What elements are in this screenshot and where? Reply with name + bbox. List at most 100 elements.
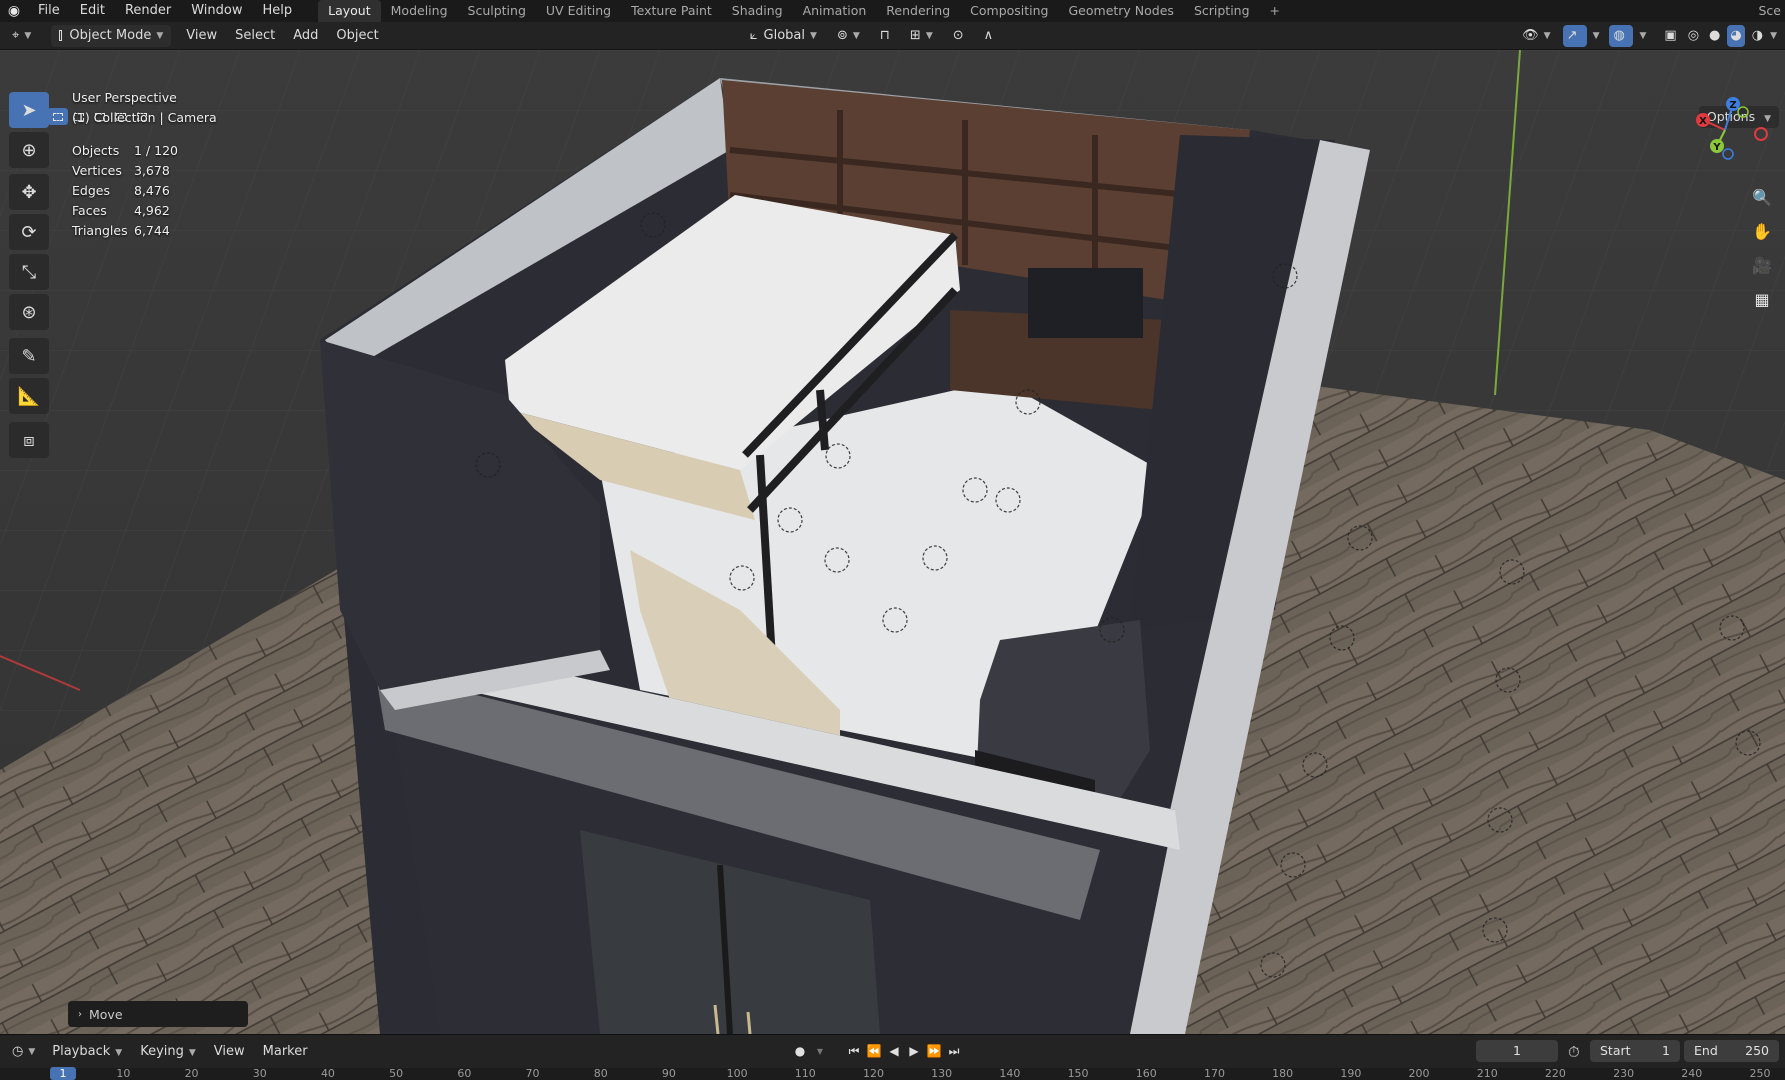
add-cube-tool[interactable]: ⧈ (9, 422, 49, 458)
shading-solid[interactable]: ● (1706, 25, 1723, 47)
rendered-sphere-icon: ◑ (1751, 28, 1764, 43)
3d-viewport[interactable]: User Perspective (1) Collection | Camera… (0, 50, 1785, 1034)
overlays-toggle[interactable]: ◍ (1609, 24, 1634, 47)
camera-view-icon[interactable]: 🎥 (1747, 250, 1777, 280)
stat-label: Triangles (72, 222, 128, 238)
menu-render[interactable]: Render (115, 0, 181, 22)
jump-end-icon[interactable]: ⏭ (944, 1041, 964, 1061)
ruler-tick: 150 (1067, 1067, 1089, 1080)
header-menu-object[interactable]: Object (327, 28, 387, 43)
stat-value: 4,962 (134, 202, 170, 218)
chevron-down-icon: ▼ (24, 30, 32, 41)
playhead-frame-indicator[interactable]: 1 (50, 1067, 76, 1080)
timeline-menu-playback[interactable]: Playback ▼ (43, 1044, 131, 1059)
header-menu-view[interactable]: View (177, 28, 226, 43)
add-workspace-button[interactable]: + (1260, 0, 1290, 22)
scene-render (0, 50, 1785, 1034)
menu-edit[interactable]: Edit (70, 0, 115, 22)
timeline-menu-marker[interactable]: Marker (254, 1044, 317, 1059)
stat-row: Triangles 6,744 (72, 220, 178, 240)
pivot-icon: ⊚ (836, 28, 848, 43)
record-icon[interactable]: ● (790, 1041, 810, 1061)
transform-orientation-selector[interactable]: ⟀ Global ▼ (742, 25, 825, 47)
prev-keyframe-icon[interactable]: ⏪ (864, 1041, 884, 1061)
snap-toggle[interactable]: ⊓ (872, 25, 898, 47)
snap-target-button[interactable]: ⊞ ▼ (902, 25, 941, 47)
tab-animation[interactable]: Animation (793, 0, 877, 22)
tab-layout[interactable]: Layout (318, 0, 381, 22)
editor-type-button[interactable]: ⌖ ▼ (4, 25, 39, 47)
active-collection-label: (1) Collection | Camera (72, 110, 217, 125)
measure-tool[interactable]: 📐 (9, 378, 49, 414)
transform-tool[interactable]: ⊛ (9, 294, 49, 330)
crosshair-icon: ⊕ (21, 139, 37, 161)
viewport-header: ⌖ ▼ Object Mode ▼ View Select Add Object ⟀ G… (0, 22, 1785, 50)
start-frame-field[interactable]: Start 1 (1590, 1040, 1680, 1062)
grid-view-icon[interactable]: ▦ (1747, 284, 1777, 314)
navigation-gizmo[interactable]: X Z Y (1683, 90, 1773, 170)
annotate-tool[interactable]: ✎ (9, 338, 49, 374)
overlays-icon: ◍ (1613, 28, 1625, 43)
tab-uv-editing[interactable]: UV Editing (536, 0, 621, 22)
select-box-tool[interactable]: ➤ (9, 92, 49, 128)
chevron-down-icon[interactable]: ▼ (1593, 31, 1600, 41)
end-label: End (1694, 1043, 1718, 1058)
chevron-down-icon[interactable]: ▼ (1770, 31, 1777, 41)
timeline-ruler[interactable]: 1102030405060708090100110120130140150160… (0, 1067, 1785, 1080)
stopwatch-icon[interactable]: ⏱ (1568, 1043, 1580, 1061)
play-reverse-icon[interactable]: ◀ (884, 1041, 904, 1061)
menu-file[interactable]: File (28, 0, 70, 22)
header-menu-select[interactable]: Select (226, 28, 284, 43)
next-keyframe-icon[interactable]: ⏩ (924, 1041, 944, 1061)
chevron-down-icon[interactable]: ▼ (810, 1041, 830, 1061)
cursor-tool[interactable]: ⊕ (9, 132, 49, 168)
tab-compositing[interactable]: Compositing (960, 0, 1058, 22)
timeline-menu-view[interactable]: View (205, 1044, 254, 1059)
proportional-falloff-button[interactable]: ∧ (976, 25, 1002, 47)
stat-row: Vertices 3,678 (72, 160, 178, 180)
playback-controls: ● ▼ ⏮ ⏪ ◀ ▶ ⏩ ⏭ (790, 1041, 964, 1061)
menu-window[interactable]: Window (181, 0, 252, 22)
header-menu-add[interactable]: Add (284, 28, 327, 43)
pivot-point-button[interactable]: ⊚ ▼ (829, 25, 868, 47)
zoom-icon[interactable]: 🔍 (1747, 182, 1777, 212)
gizmo-neg-z-icon (1722, 148, 1734, 160)
tab-shading[interactable]: Shading (722, 0, 793, 22)
visibility-button[interactable]: 👁 ▼ (1514, 25, 1558, 47)
timeline-menu-keying[interactable]: Keying ▼ (131, 1044, 205, 1059)
mode-selector[interactable]: Object Mode ▼ (51, 24, 172, 47)
gizmo-x-label: X (1699, 116, 1707, 127)
pan-hand-icon[interactable]: ✋ (1747, 216, 1777, 246)
tab-sculpting[interactable]: Sculpting (458, 0, 536, 22)
chevron-down-icon[interactable]: ▼ (1639, 31, 1646, 41)
move-tool[interactable]: ✥ (9, 174, 49, 210)
scale-tool[interactable]: ⤡ (9, 254, 49, 290)
end-frame-field[interactable]: End 250 (1684, 1040, 1779, 1062)
rotate-tool[interactable]: ⟳ (9, 214, 49, 250)
ruler-tick: 130 (931, 1067, 953, 1080)
shading-rendered[interactable]: ◑ (1749, 25, 1766, 47)
proportional-edit-toggle[interactable]: ⊙ (945, 25, 972, 47)
ruler-tick: 70 (525, 1067, 540, 1080)
xray-toggle[interactable]: ▣ (1660, 25, 1680, 47)
gizmo-toggle[interactable]: ↗ (1562, 24, 1587, 47)
play-icon[interactable]: ▶ (904, 1041, 924, 1061)
tab-rendering[interactable]: Rendering (876, 0, 960, 22)
timeline-editor-type[interactable]: ◷ ▼ (4, 1041, 43, 1063)
tab-geometry-nodes[interactable]: Geometry Nodes (1059, 0, 1184, 22)
jump-start-icon[interactable]: ⏮ (844, 1041, 864, 1061)
current-frame-field[interactable]: 1 (1476, 1040, 1558, 1062)
tab-texture-paint[interactable]: Texture Paint (621, 0, 722, 22)
last-operator-panel[interactable]: › Move (68, 1001, 248, 1027)
shading-wireframe[interactable]: ◎ (1685, 25, 1702, 47)
end-value: 250 (1745, 1043, 1769, 1058)
menu-help[interactable]: Help (253, 0, 303, 22)
tab-modeling[interactable]: Modeling (381, 0, 458, 22)
scene-selector-label[interactable]: Sce (1749, 0, 1785, 22)
stat-value: 6,744 (134, 222, 170, 238)
blender-logo-icon[interactable]: ◉ (0, 0, 28, 22)
ruler-tick: 50 (389, 1067, 404, 1080)
shading-material[interactable]: ◕ (1727, 24, 1745, 47)
tab-scripting[interactable]: Scripting (1184, 0, 1260, 22)
add-cube-icon: ⧈ (23, 429, 35, 451)
